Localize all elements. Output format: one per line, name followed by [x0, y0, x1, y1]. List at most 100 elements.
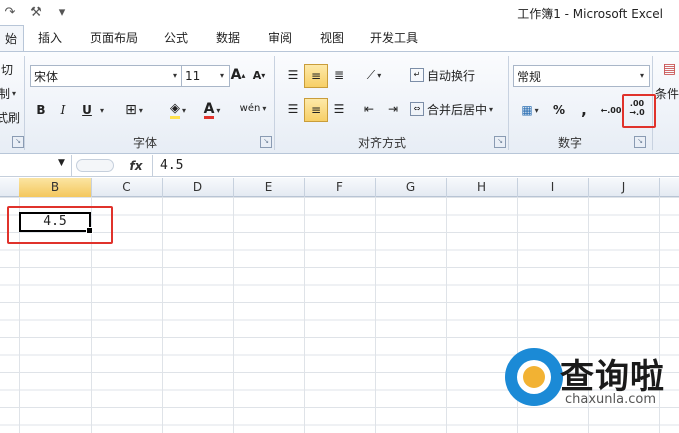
ribbon-tabs: 始 插入 页面布局 公式 数据 审阅 视图 开发工具 [0, 25, 679, 52]
tab-home[interactable]: 始 [0, 25, 24, 52]
font-color-icon: A [203, 100, 215, 119]
redo-icon[interactable]: ↷ [0, 3, 20, 21]
shrink-font-button[interactable]: A ▾ [250, 64, 268, 86]
align-top-button[interactable]: ☰ [282, 64, 304, 86]
bold-button[interactable]: B [32, 99, 50, 121]
chevron-down-icon: ▾ [262, 103, 267, 113]
grow-font-button[interactable]: A ▴ [229, 64, 247, 86]
gridline [375, 197, 376, 433]
insert-function-button[interactable]: fx [122, 155, 150, 176]
align-center-button[interactable]: ≡ [304, 98, 328, 122]
tab-view[interactable]: 视图 [314, 25, 350, 51]
chevron-down-icon: ▾ [12, 88, 17, 98]
highlight-box [7, 206, 113, 244]
font-size-combo[interactable]: 11 ▾ [181, 65, 230, 87]
window-title: 工作簿1 - Microsoft Excel [517, 7, 663, 21]
decrease-decimal-icon: ←.00 [600, 105, 622, 115]
gridline [233, 197, 234, 433]
select-all-corner[interactable] [0, 178, 20, 197]
underline-button[interactable]: U [78, 99, 96, 121]
phonetic-button[interactable]: wén ▾ [236, 97, 270, 119]
align-right-button[interactable]: ☰ [328, 98, 350, 120]
copy-label: 制 [0, 86, 10, 101]
chevron-down-icon: ▾ [534, 105, 539, 115]
alignment-launcher-icon[interactable]: ↘ [494, 136, 506, 148]
merge-center-button[interactable]: ⇔ 合并后居中 ▾ [410, 98, 502, 120]
highlight-box [622, 94, 656, 128]
paint-bucket-icon: ◈ [169, 101, 180, 119]
column-header-h[interactable]: H [446, 178, 518, 197]
font-name-combo[interactable]: 宋体 ▾ [30, 65, 183, 87]
text-orientation-icon: ⟋ [366, 67, 376, 82]
column-header-g[interactable]: G [375, 178, 447, 197]
number-group-label: 数字 [557, 136, 582, 150]
fill-color-button[interactable]: ◈ ▾ [162, 99, 194, 121]
conditional-format-icon[interactable]: ▤ [660, 58, 679, 80]
accounting-format-button[interactable]: ▦ ▾ [514, 99, 546, 121]
alignment-group-label: 对齐方式 [357, 136, 406, 150]
percent-button[interactable]: % [550, 99, 568, 121]
group-separator [24, 56, 25, 150]
formula-bar-resize-handle[interactable] [76, 159, 114, 172]
conditional-format-button[interactable]: 条件 [655, 82, 679, 104]
align-left-button[interactable]: ☰ [282, 98, 304, 120]
column-header-i[interactable]: I [517, 178, 589, 197]
chevron-down-icon: ▾ [216, 105, 221, 115]
customize-tool-icon[interactable]: ⚒ [26, 3, 46, 21]
gridline [162, 197, 163, 433]
underline-dropdown[interactable]: ▾ [96, 99, 106, 121]
title-bar: ↷ ⚒ ▾ 工作簿1 - Microsoft Excel [0, 0, 679, 25]
column-header-j[interactable]: J [588, 178, 660, 197]
column-header-b[interactable]: B [19, 178, 92, 197]
font-color-button[interactable]: A ▾ [196, 99, 228, 121]
align-middle-button[interactable]: ≡ [304, 64, 328, 88]
align-bottom-button[interactable]: ≣ [328, 64, 350, 86]
border-grid-icon: ⊞ [125, 102, 137, 118]
decrease-decimal-button[interactable]: ←.00 [600, 99, 622, 121]
copy-button[interactable]: 制 ▾ [0, 82, 16, 104]
cut-button[interactable]: 切 [0, 58, 16, 80]
wrap-text-button[interactable]: ↵ 自动换行 [410, 64, 484, 86]
column-header-c[interactable]: C [91, 178, 163, 197]
watermark-logo-icon [505, 348, 563, 406]
tab-formulas[interactable]: 公式 [158, 25, 194, 51]
italic-button[interactable]: I [54, 99, 72, 121]
column-header-f[interactable]: F [304, 178, 376, 197]
tab-insert[interactable]: 插入 [32, 25, 68, 51]
shrink-font-icon: A [252, 68, 262, 82]
column-headers: B C D E F G H I J [0, 178, 679, 197]
comma-style-button[interactable]: , [576, 99, 592, 121]
watermark-url: chaxunla.com [565, 392, 656, 407]
formula-input[interactable]: 4.5 [160, 155, 183, 176]
font-size-value: 11 [185, 69, 201, 83]
increase-indent-button[interactable]: ⇥ [382, 98, 404, 120]
format-painter-button[interactable]: 式刷 [0, 106, 20, 128]
gridline [304, 197, 305, 433]
name-box[interactable]: ▼ [0, 155, 72, 176]
group-separator [274, 56, 275, 150]
chevron-down-icon: ▾ [172, 70, 177, 80]
number-format-value: 常规 [517, 69, 542, 84]
tab-data[interactable]: 数据 [210, 25, 246, 51]
number-format-combo[interactable]: 常规 ▾ [513, 65, 650, 87]
tab-page-layout[interactable]: 页面布局 [84, 25, 144, 51]
font-name-value: 宋体 [34, 69, 59, 84]
column-header-d[interactable]: D [162, 178, 234, 197]
align-left-icon: ☰ [287, 102, 299, 116]
font-launcher-icon[interactable]: ↘ [260, 136, 272, 148]
chevron-down-icon: ▾ [489, 104, 494, 114]
gridline [446, 197, 447, 433]
clipboard-launcher-icon[interactable]: ↘ [12, 136, 24, 148]
decrease-indent-button[interactable]: ⇤ [358, 98, 380, 120]
borders-button[interactable]: ⊞ ▾ [118, 99, 150, 121]
qat-dropdown-icon[interactable]: ▾ [52, 3, 72, 21]
increase-indent-icon: ⇥ [387, 102, 399, 116]
column-header-e[interactable]: E [233, 178, 305, 197]
tab-review[interactable]: 审阅 [262, 25, 298, 51]
number-launcher-icon[interactable]: ↘ [634, 136, 646, 148]
orientation-button[interactable]: ⟋ ▾ [358, 64, 390, 86]
grow-font-icon: A [230, 67, 242, 83]
tab-developer[interactable]: 开发工具 [364, 25, 424, 51]
table-icon: ▤ [662, 61, 677, 77]
ribbon: 切 制 ▾ 式刷 ↘ 宋体 ▾ 11 ▾ A ▴ A ▾ B I U ▾ ⊞ ▾ ◈ ▾ … [0, 51, 679, 154]
